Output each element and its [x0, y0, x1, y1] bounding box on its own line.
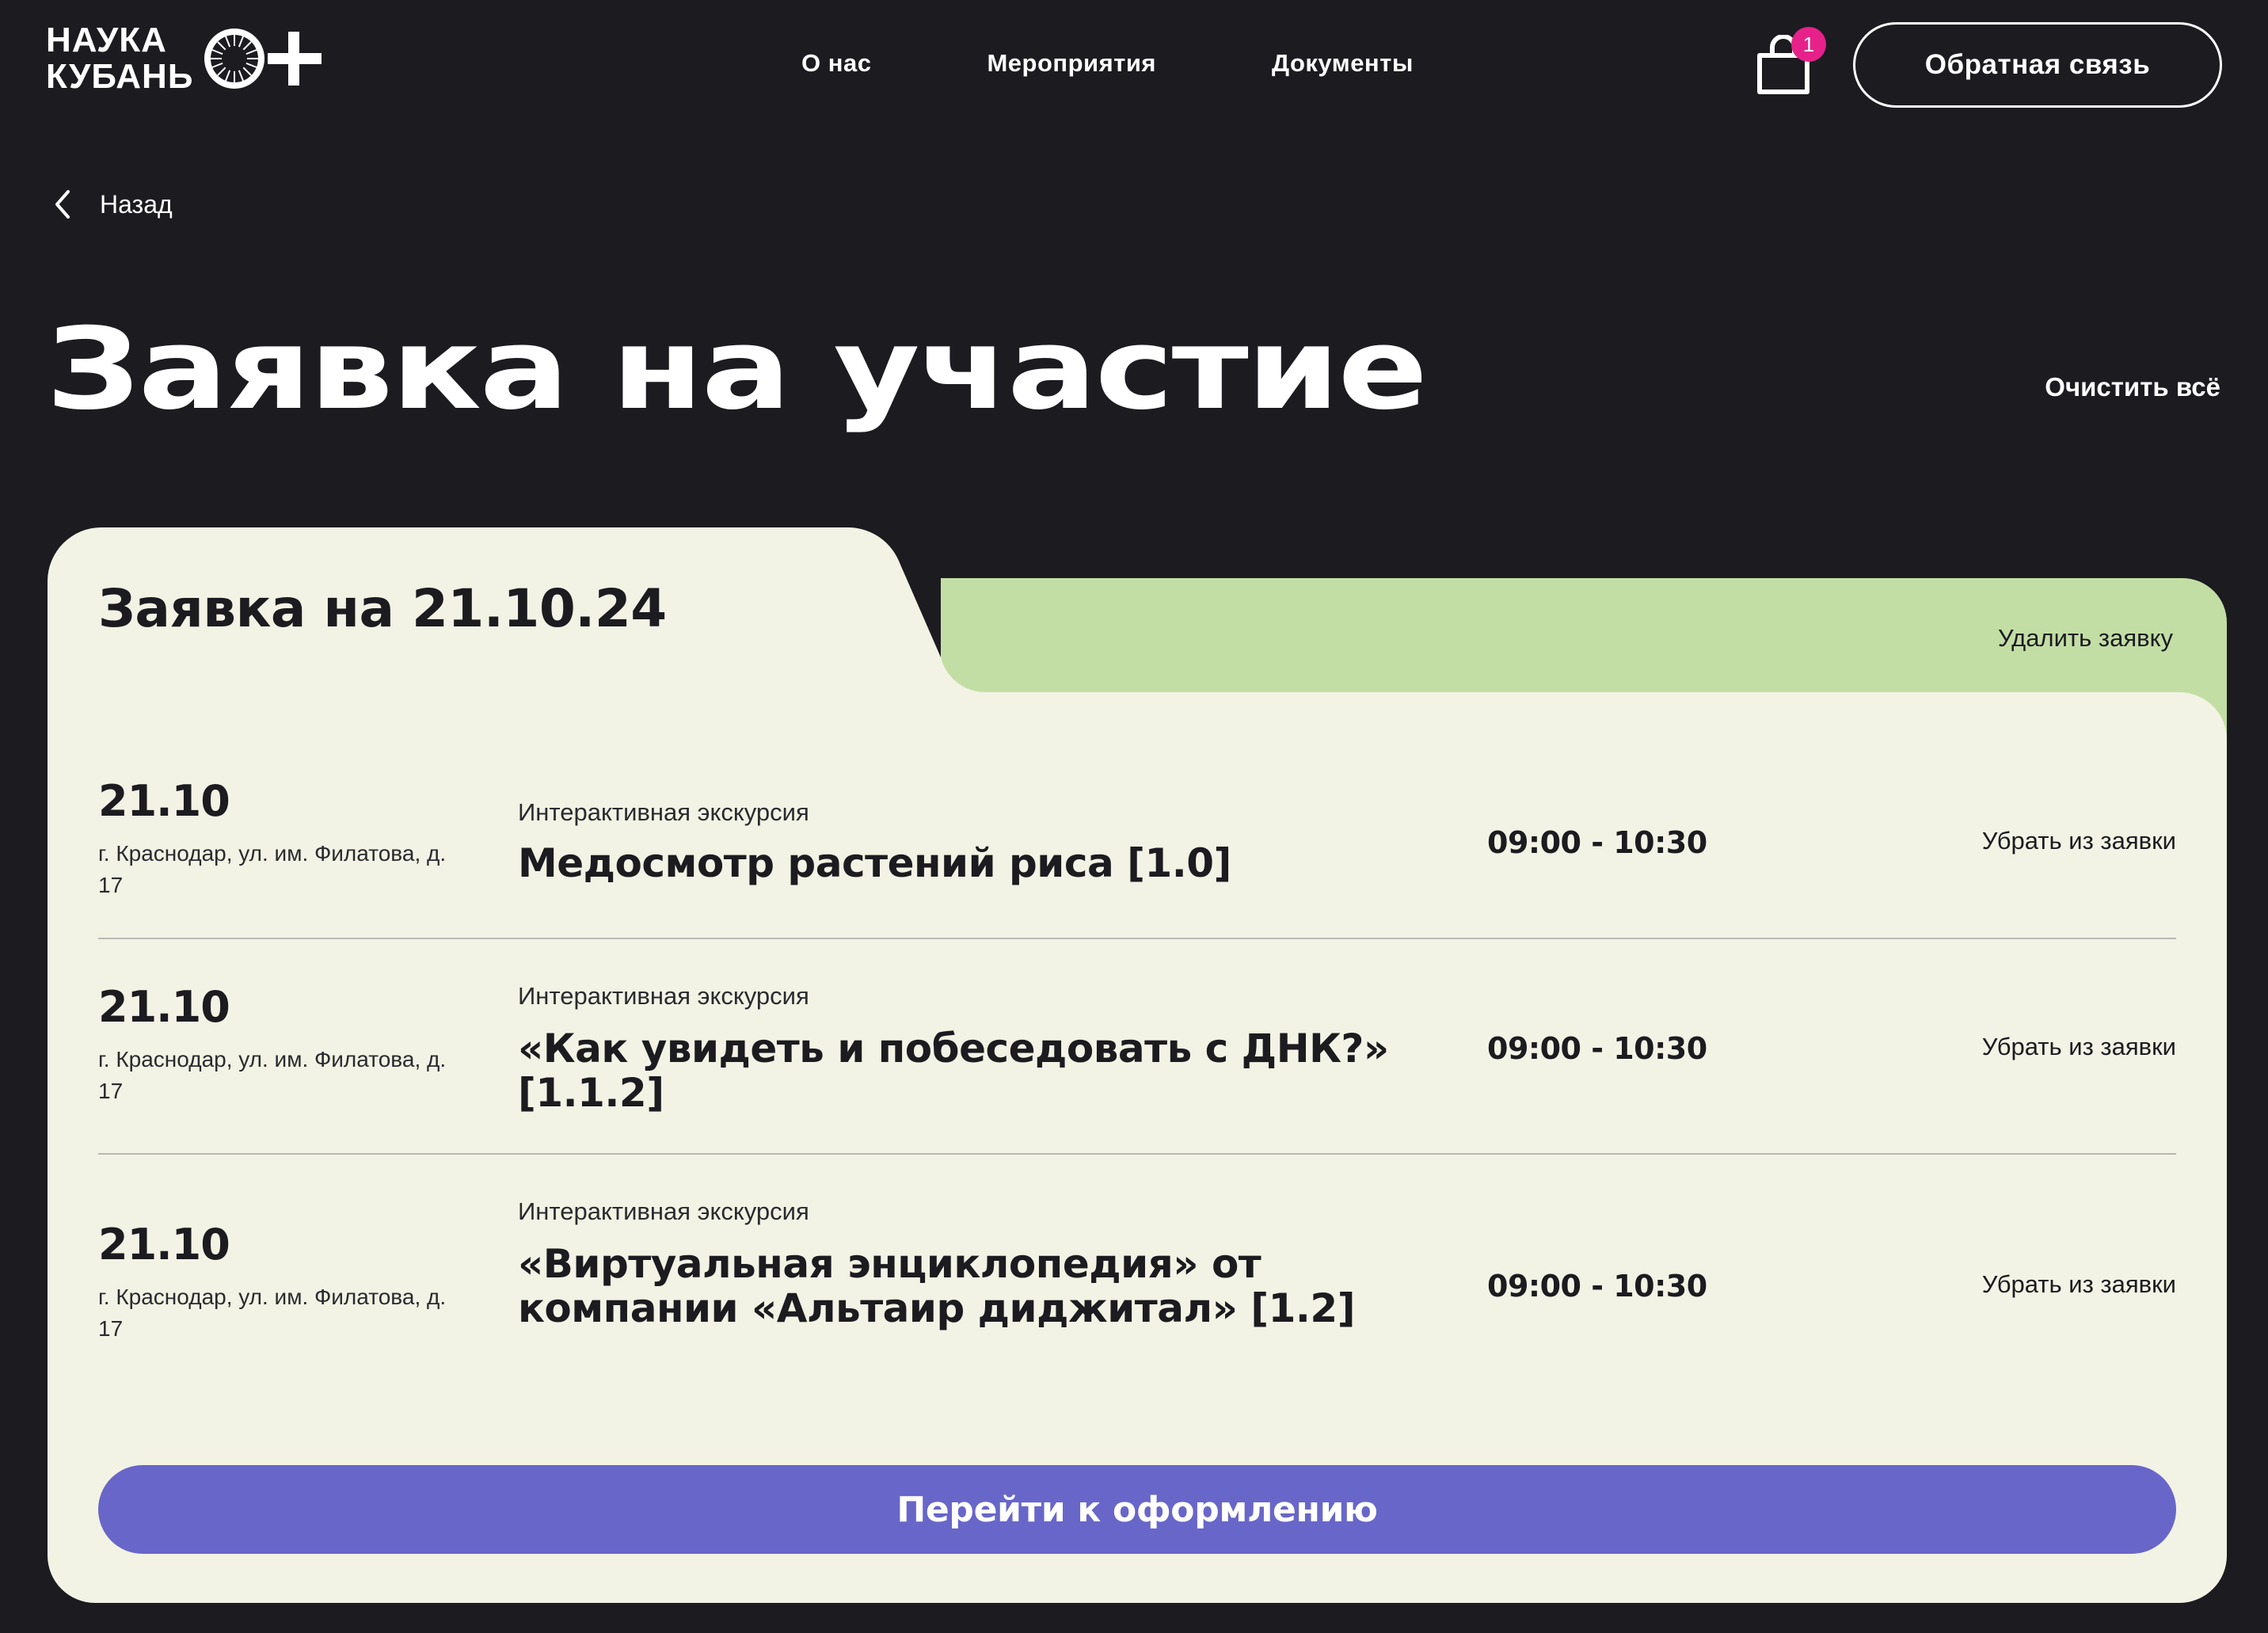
item-date: 21.10 — [98, 776, 230, 826]
checkout-button[interactable]: Перейти к оформлению — [98, 1465, 2176, 1554]
remove-item-button[interactable]: Убрать из заявки — [1982, 1033, 2176, 1061]
remove-item-button[interactable]: Убрать из заявки — [1982, 827, 2176, 855]
row-divider — [98, 938, 2176, 939]
item-address: г. Краснодар, ул. им. Филатова, д. 17 — [98, 1047, 447, 1103]
item-type: Интерактивная экскурсия — [518, 798, 809, 826]
request-card — [48, 527, 2227, 1603]
row-divider — [98, 1153, 2176, 1155]
item-type: Интерактивная экскурсия — [518, 982, 809, 1010]
item-type: Интерактивная экскурсия — [518, 1197, 809, 1225]
item-address: г. Краснодар, ул. им. Филатова, д. 17 — [98, 841, 447, 897]
delete-request-button[interactable]: Удалить заявку — [1998, 624, 2173, 653]
item-date: 21.10 — [98, 982, 230, 1032]
item-time: 09:00 - 10:30 — [1487, 1269, 1707, 1304]
item-address: г. Краснодар, ул. им. Филатова, д. 17 — [98, 1285, 447, 1341]
item-time: 09:00 - 10:30 — [1487, 1031, 1707, 1066]
item-time: 09:00 - 10:30 — [1487, 825, 1707, 860]
item-title: Медосмотр растений риса [1.0] — [518, 840, 1231, 886]
request-title: Заявка на 21.10.24 — [98, 578, 667, 639]
remove-item-button[interactable]: Убрать из заявки — [1982, 1270, 2176, 1299]
item-title: «Виртуальная энциклопедия» от компании «… — [518, 1241, 1356, 1331]
item-date: 21.10 — [98, 1220, 230, 1269]
item-title: «Как увидеть и побеседовать с ДНК?» [1.1… — [518, 1026, 1389, 1116]
